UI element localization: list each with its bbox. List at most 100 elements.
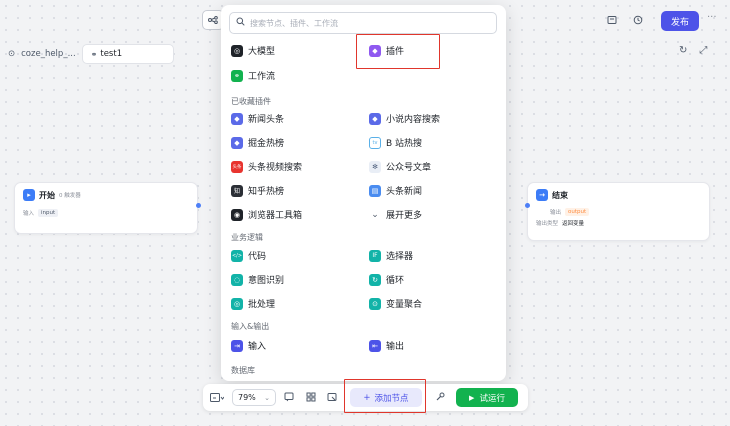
batch-icon: ◎	[231, 297, 243, 310]
node-item-label: 输出	[386, 342, 405, 352]
workflow-tab[interactable]: ⚭ test1	[81, 44, 174, 64]
zoom-select[interactable]: 79% ⌄	[232, 389, 276, 406]
plugin-icon: ◆	[231, 136, 243, 149]
condition-icon: IF	[369, 249, 381, 262]
expand-more-button[interactable]: ⌄ 展开更多	[369, 207, 422, 222]
end-node-title: 结束	[552, 190, 568, 200]
output-type-label: 输出类型	[536, 221, 559, 227]
node-item-bilibili[interactable]: tv B 站热搜	[369, 135, 422, 150]
section-input-output: 输入&输出	[231, 322, 270, 331]
node-item-intent[interactable]: ◌ 意图识别	[231, 272, 284, 287]
section-favorites: 已收藏插件	[231, 97, 271, 106]
canvas-controls: ↻ ⤢	[679, 45, 707, 56]
node-item-label: 大模型	[248, 47, 276, 57]
output-type-value: 返回变量	[562, 221, 585, 227]
aggregate-icon: ⊙	[369, 297, 381, 310]
node-item-workflow[interactable]: ⚭ 工作流	[231, 68, 275, 83]
bilibili-icon: tv	[369, 136, 381, 149]
search-icon	[236, 17, 245, 29]
start-node-header: ▸ 开始 0 触发器	[23, 189, 189, 201]
node-item-label: 工作流	[248, 72, 276, 82]
minimap-icon[interactable]	[208, 391, 226, 404]
output-icon: ⇤	[369, 339, 381, 352]
browser-icon: ◉	[231, 208, 243, 221]
llm-icon: ◎	[231, 44, 243, 57]
input-icon: ⇥	[231, 339, 243, 352]
output-tag: output	[565, 208, 590, 216]
code-icon: </>	[231, 249, 243, 262]
test-run-label: 试运行	[479, 393, 505, 404]
input-tag: input	[38, 209, 59, 217]
history-icon[interactable]	[629, 11, 647, 29]
node-item-label: 小说内容搜索	[386, 115, 441, 125]
output-label: 输出	[550, 210, 562, 216]
start-node-input-row: 输入 input	[23, 209, 189, 217]
node-item-label: 浏览器工具箱	[248, 211, 303, 221]
node-item-label: 公众号文章	[386, 163, 432, 173]
comment-icon[interactable]	[282, 390, 296, 404]
news-icon: ▤	[369, 184, 381, 197]
node-item-batch[interactable]: ◎ 批处理	[231, 296, 275, 311]
node-item-news[interactable]: ◆ 新闻头条	[231, 111, 284, 126]
chevron-down-icon: ⌄	[264, 393, 270, 402]
node-item-label: 知乎热榜	[248, 187, 285, 197]
search-input[interactable]	[250, 18, 490, 28]
project-icon: ⊙	[8, 49, 16, 59]
start-icon: ▸	[23, 189, 35, 201]
chevron-down-icon: ⌄	[371, 209, 379, 220]
loop-icon: ↻	[369, 273, 381, 286]
expand-icon[interactable]: ⤢	[699, 45, 707, 56]
plugin-icon: ◆	[369, 112, 381, 125]
end-node[interactable]: → 结束 输出 output 输出类型 返回变量	[527, 182, 710, 241]
node-item-variable-aggregate[interactable]: ⊙ 变量聚合	[369, 296, 422, 311]
node-item-llm[interactable]: ◎ 大模型	[231, 43, 275, 58]
expand-more-label: 展开更多	[386, 211, 423, 221]
play-icon: ▶	[469, 393, 475, 402]
node-item-code[interactable]: </> 代码	[231, 248, 266, 263]
node-item-output[interactable]: ⇤ 输出	[369, 338, 404, 353]
publish-button[interactable]: 发布	[661, 11, 699, 31]
breadcrumb: ⊙ coze_help_... ⚭ test1	[8, 44, 174, 64]
refresh-icon[interactable]: ↻	[679, 45, 687, 56]
node-item-input[interactable]: ⇥ 输入	[231, 338, 266, 353]
node-item-label: 新闻头条	[248, 115, 285, 125]
save-icon[interactable]	[603, 11, 621, 29]
input-label: 输入	[23, 211, 35, 217]
end-icon: →	[536, 189, 548, 201]
fit-view-icon[interactable]	[325, 390, 339, 404]
more-icon[interactable]: ···	[707, 12, 717, 23]
node-item-label: 意图识别	[248, 276, 285, 286]
test-run-button[interactable]: ▶ 试运行	[456, 388, 518, 407]
plugin-icon: ◆	[231, 112, 243, 125]
node-item-toutiao-news[interactable]: ▤ 头条新闻	[369, 183, 422, 198]
layout-icon[interactable]	[304, 390, 318, 404]
node-search[interactable]	[229, 12, 497, 34]
node-item-loop[interactable]: ↻ 循环	[369, 272, 404, 287]
node-item-label: B 站热搜	[386, 139, 423, 149]
zoom-value: 79%	[238, 393, 256, 402]
node-item-label: 循环	[386, 276, 405, 286]
workflow-icon: ⚭	[90, 49, 98, 59]
node-item-wechat-article[interactable]: ✻ 公众号文章	[369, 159, 431, 174]
intent-icon: ◌	[231, 273, 243, 286]
end-input-port[interactable]	[525, 203, 530, 208]
trigger-badge: 0 触发器	[59, 193, 81, 199]
node-item-label: 代码	[248, 252, 267, 262]
end-node-type-row: 输出类型 返回变量	[536, 219, 701, 227]
node-item-selector[interactable]: IF 选择器	[369, 248, 413, 263]
start-output-port[interactable]	[196, 203, 201, 208]
project-name[interactable]: coze_help_...	[21, 49, 76, 59]
node-item-label: 输入	[248, 342, 267, 352]
node-item-zhihu[interactable]: 知 知乎热榜	[231, 183, 284, 198]
debug-icon[interactable]	[433, 390, 447, 404]
node-item-label: 掘金热榜	[248, 139, 285, 149]
node-item-browser-toolbox[interactable]: ◉ 浏览器工具箱	[231, 207, 302, 222]
node-item-toutiao-video[interactable]: 头条 头条视频搜索	[231, 159, 302, 174]
end-node-header: → 结束	[536, 189, 701, 201]
start-node[interactable]: ▸ 开始 0 触发器 输入 input	[14, 182, 198, 234]
node-item-novel-search[interactable]: ◆ 小说内容搜索	[369, 111, 440, 126]
node-item-juejin[interactable]: ◆ 掘金热榜	[231, 135, 284, 150]
node-item-label: 头条新闻	[386, 187, 423, 197]
workflow-icon: ⚭	[231, 69, 243, 82]
wechat-icon: ✻	[369, 160, 381, 173]
